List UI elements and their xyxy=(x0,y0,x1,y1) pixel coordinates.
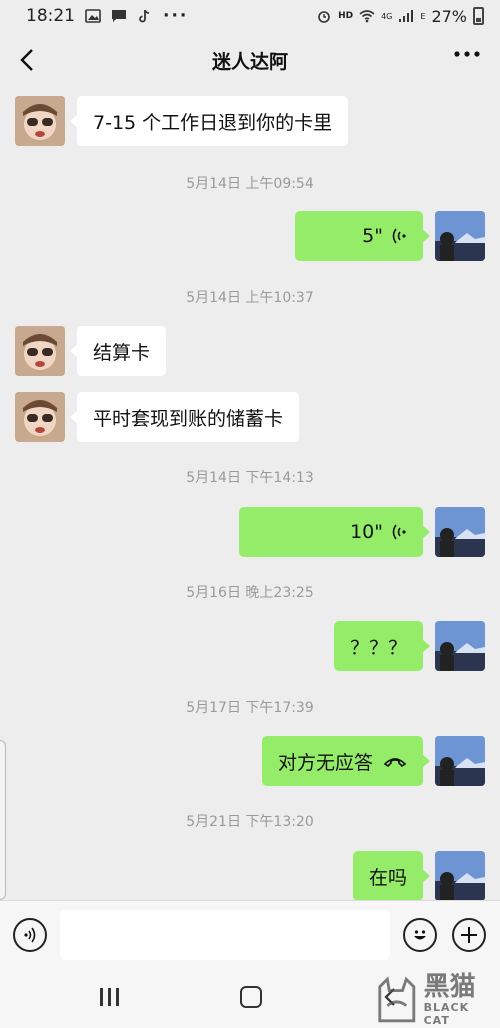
phone-hangup-icon xyxy=(383,758,407,768)
timestamp: 5月17日 下午17:39 xyxy=(186,700,314,716)
more-button[interactable] xyxy=(452,48,482,72)
emoji-button[interactable] xyxy=(403,918,437,952)
my-avatar-image xyxy=(435,211,485,261)
message-text: 7-15 个工作日退到你的卡里 xyxy=(93,111,333,134)
signal-4g-label: 4G xyxy=(381,11,393,21)
back-button[interactable] xyxy=(14,44,44,76)
voice-message-bubble[interactable]: 5" xyxy=(295,211,430,261)
status-time: 18:21 xyxy=(26,6,75,26)
voice-input-button[interactable] xyxy=(13,918,47,952)
my-avatar[interactable] xyxy=(435,621,485,671)
message-row: 在吗 xyxy=(341,851,485,901)
my-avatar-image xyxy=(435,621,485,671)
timestamp: 5月16日 晚上23:25 xyxy=(186,585,314,601)
message-row: 7-15 个工作日退到你的卡里 xyxy=(15,96,360,146)
signal-icon xyxy=(399,10,414,22)
voice-input-icon xyxy=(24,927,36,943)
message-row: 对方无应答 xyxy=(250,736,485,786)
cat-logo-icon xyxy=(378,976,416,1023)
message-text: 平时套现到账的储蓄卡 xyxy=(93,407,284,430)
message-text: 结算卡 xyxy=(93,341,151,364)
battery-icon xyxy=(473,7,484,25)
plus-icon xyxy=(461,927,477,943)
voice-wave-icon xyxy=(392,228,406,244)
hd-label: HD xyxy=(338,11,354,21)
message-text: ？？？ xyxy=(349,636,407,659)
friend-avatar-image xyxy=(15,96,65,146)
my-avatar[interactable] xyxy=(435,851,485,901)
tiktok-icon xyxy=(139,9,150,23)
message-text: 在吗 xyxy=(368,866,407,889)
wifi-icon xyxy=(359,10,375,23)
chevron-left-icon xyxy=(20,49,33,71)
voice-duration: 5" xyxy=(362,225,383,247)
my-avatar-image xyxy=(435,507,485,557)
emoji-icon xyxy=(414,930,426,940)
friend-avatar-image xyxy=(15,326,65,376)
more-icon xyxy=(454,51,480,57)
message-row: 10" xyxy=(227,507,485,557)
timestamp: 5月14日 下午14:13 xyxy=(186,470,314,486)
my-avatar-image xyxy=(435,736,485,786)
my-avatar-image xyxy=(435,851,485,901)
signal-e-label: E xyxy=(420,11,426,21)
battery-percent: 27% xyxy=(431,6,467,26)
message-bubble[interactable]: 7-15 个工作日退到你的卡里 xyxy=(69,96,349,146)
my-avatar[interactable] xyxy=(435,211,485,261)
watermark-en: BLACK CAT xyxy=(423,1001,470,1027)
voice-duration: 10" xyxy=(350,521,383,543)
message-row: 结算卡 xyxy=(15,326,178,376)
more-dots-icon: ··· xyxy=(163,6,189,26)
image-icon xyxy=(85,9,101,23)
home-icon[interactable] xyxy=(240,986,262,1008)
friend-avatar[interactable] xyxy=(15,96,65,146)
call-status-text: 对方无应答 xyxy=(277,751,373,774)
status-bar: 18:21 ··· HD 4G E 27% xyxy=(0,0,500,32)
alarm-icon xyxy=(318,11,330,23)
timestamp: 5月14日 上午09:54 xyxy=(186,176,314,192)
edge-panel-handle[interactable] xyxy=(0,740,6,900)
message-bubble[interactable]: ？？？ xyxy=(333,621,431,671)
message-row: 5" xyxy=(283,211,485,261)
friend-avatar[interactable] xyxy=(15,392,65,442)
message-row: ？？？ xyxy=(322,621,485,671)
input-bar xyxy=(0,900,500,966)
timestamp: 5月21日 下午13:20 xyxy=(186,814,314,830)
watermark-cn: 黑猫 xyxy=(423,972,476,1002)
message-row: 平时套现到账的储蓄卡 xyxy=(15,392,311,442)
my-avatar[interactable] xyxy=(435,507,485,557)
voice-message-bubble[interactable]: 10" xyxy=(239,507,430,557)
voice-wave-icon xyxy=(392,524,406,540)
recent-apps-icon[interactable] xyxy=(100,988,122,1006)
chat-title: 迷人达阿 xyxy=(211,50,288,73)
my-avatar[interactable] xyxy=(435,736,485,786)
black-cat-watermark: 黑猫 BLACK CAT xyxy=(376,972,496,1028)
message-icon xyxy=(112,10,126,22)
timestamp: 5月14日 上午10:37 xyxy=(186,290,314,306)
call-message-bubble[interactable]: 对方无应答 xyxy=(261,736,431,786)
friend-avatar[interactable] xyxy=(15,326,65,376)
plus-button[interactable] xyxy=(452,918,486,952)
chat-area[interactable]: 7-15 个工作日退到你的卡里 5月14日 上午09:54 5" 5月14日 上… xyxy=(0,88,500,901)
friend-avatar-image xyxy=(15,392,65,442)
message-bubble[interactable]: 结算卡 xyxy=(69,326,167,376)
message-bubble[interactable]: 平时套现到账的储蓄卡 xyxy=(69,392,300,442)
message-bubble[interactable]: 在吗 xyxy=(352,851,431,901)
message-input[interactable] xyxy=(60,910,390,960)
chat-header: 迷人达阿 xyxy=(0,32,500,88)
